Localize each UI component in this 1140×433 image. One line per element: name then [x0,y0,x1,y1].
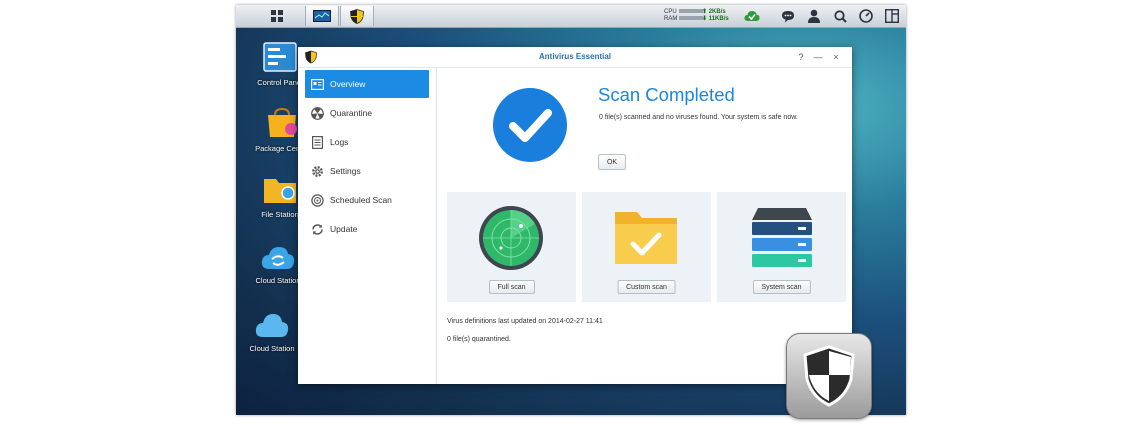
cloud-station-icon [255,314,289,337]
control-panel-icon [263,42,297,72]
widgets-button[interactable] [858,8,874,24]
ok-button[interactable]: OK [598,154,626,170]
sidebar-item-quarantine[interactable]: Quarantine [305,99,429,127]
sidebar-item-label: Quarantine [330,108,373,118]
quarantined-count-text: 0 file(s) quarantined. [447,336,511,343]
package-center-icon [268,107,297,137]
search-button[interactable] [832,8,848,24]
window-title: Antivirus Essential [538,52,612,61]
gear-icon [310,164,324,178]
sidebar-item-label: Scheduled Scan [330,195,392,205]
close-button[interactable]: × [830,51,842,63]
quarantine-icon [310,106,324,120]
custom-scan-button[interactable]: Custom scan [617,280,676,294]
upload-speed-value: 2KB/s [708,9,726,15]
system-scan-card: System scan [717,192,846,302]
custom-scan-card: Custom scan [582,192,711,302]
taskbar-app-resource-monitor[interactable] [305,6,339,26]
cloud-check-icon [744,11,760,21]
overview-icon [310,77,324,91]
window-titlebar[interactable]: Antivirus Essential ? — × [298,47,852,68]
antivirus-shield-icon [350,8,364,24]
taskbar-app-antivirus[interactable] [340,6,374,26]
shield-icon [803,345,855,407]
server-icon [752,208,812,267]
download-speed: ⬇ 11KB/s [702,16,729,22]
system-scan-button[interactable]: System scan [752,280,811,294]
logs-icon [310,135,324,149]
sidebar-item-overview[interactable]: Overview [305,70,429,98]
cpu-bar [678,9,703,14]
radar-icon [479,206,543,270]
full-scan-card: Full scan [447,192,576,302]
update-icon [310,222,324,236]
user-icon [808,9,820,23]
file-station-icon [264,179,296,203]
chat-bubble-icon [782,10,794,22]
ram-meter: RAM [664,16,704,23]
cpu-meter: CPU [664,9,703,16]
layout-icon [885,9,899,23]
scan-status-title: Scan Completed [598,84,735,105]
cpu-label: CPU [664,9,677,15]
grid-icon [271,10,283,22]
sidebar-item-scheduled-scan[interactable]: Scheduled Scan [305,186,429,214]
sidebar-item-label: Settings [330,166,361,176]
sidebar: Overview Quarantine Logs Settings Schedu… [298,68,437,384]
definitions-updated-text: Virus definitions last updated on 2014-0… [447,318,603,325]
antivirus-app-logo [786,333,872,419]
sidebar-item-label: Logs [330,137,349,147]
main-menu-button[interactable] [260,6,294,26]
gauge-icon [859,9,873,23]
folder-check-icon [615,212,677,264]
scheduled-scan-icon [310,193,324,207]
desktop-icon-cloud-station-2[interactable]: Cloud Station [240,311,304,353]
help-button[interactable]: ? [795,51,807,63]
sidebar-item-settings[interactable]: Settings [305,157,429,185]
show-desktop-button[interactable] [884,8,900,24]
desktop-icon-label: Cloud Station [249,344,295,353]
monitor-icon [313,10,331,22]
cloud-station-icon [261,247,295,269]
ram-label: RAM [664,16,678,22]
ram-bar [679,16,704,21]
minimize-button[interactable]: — [812,51,824,63]
full-scan-button[interactable]: Full scan [488,280,535,294]
scan-status-description: 0 file(s) scanned and no viruses found. … [599,114,798,121]
sidebar-item-label: Update [330,224,358,234]
user-menu-button[interactable] [806,8,822,24]
sidebar-item-update[interactable]: Update [305,215,429,243]
sidebar-item-logs[interactable]: Logs [305,128,429,156]
taskbar: CPU RAM ⬆ 2KB/s ⬇ 11KB/s [236,5,906,28]
sidebar-item-label: Overview [330,79,366,89]
antivirus-status-tray[interactable] [744,8,760,24]
antivirus-window: Antivirus Essential ? — × Overview Quara… [298,47,852,384]
search-icon [833,9,847,23]
upload-speed: ⬆ 2KB/s [702,9,726,15]
download-speed-value: 11KB/s [708,16,729,22]
check-circle-icon [493,88,567,162]
notifications-button[interactable] [780,8,796,24]
